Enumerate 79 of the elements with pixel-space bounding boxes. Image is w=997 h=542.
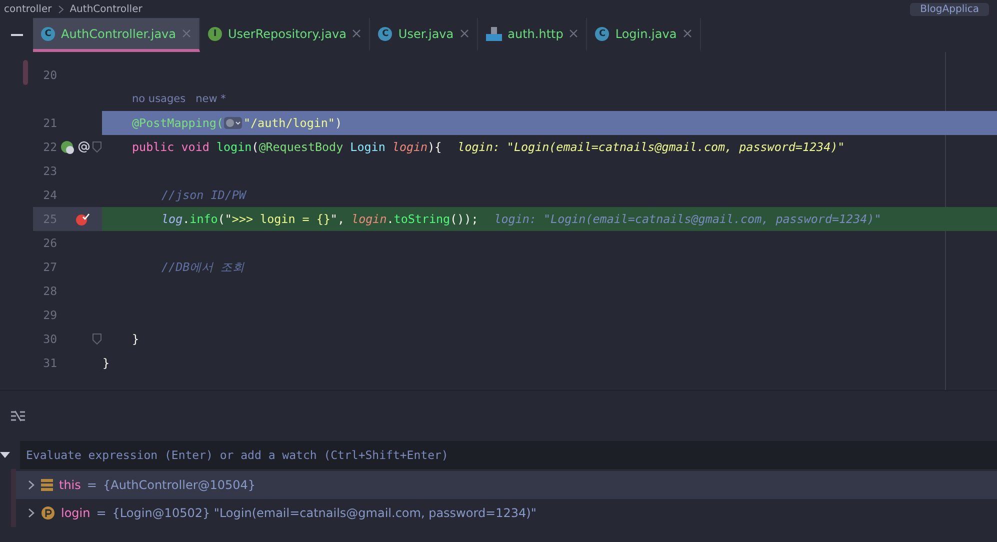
author-hint[interactable]: new * xyxy=(196,93,226,105)
code-token: //json ID/PW xyxy=(162,188,246,202)
line-number: 21 xyxy=(42,116,57,130)
code-token: } xyxy=(132,332,140,346)
code-token: @RequestBody xyxy=(258,140,344,154)
variable-value: {Login@10502} "Login(email=catnails@gmail.com, password=1234)" xyxy=(112,506,536,520)
editor-tab[interactable]: auth.http xyxy=(478,18,588,52)
code-token: >>> login = {} xyxy=(232,212,330,226)
line-number: 28 xyxy=(42,284,57,298)
editor-tab[interactable]: C Login.java xyxy=(587,18,701,52)
code-token: (" xyxy=(218,212,232,226)
line-number: 22 xyxy=(42,140,57,154)
code-token: toString xyxy=(394,212,450,226)
line-number: 29 xyxy=(42,308,57,322)
line-number: 23 xyxy=(42,164,57,178)
code-token: } xyxy=(102,356,110,370)
breadcrumb-item[interactable]: controller xyxy=(4,4,52,14)
line-number: 26 xyxy=(42,236,57,250)
code-token: ()); xyxy=(450,212,478,226)
code-token: . xyxy=(182,212,190,226)
line-number: 30 xyxy=(42,332,57,346)
equals-sign: = xyxy=(96,506,106,520)
breadcrumb-item[interactable]: AuthController xyxy=(70,4,142,14)
breakpoint-icon[interactable] xyxy=(75,212,90,226)
code-token: ){ xyxy=(428,140,442,154)
close-icon[interactable] xyxy=(352,29,362,38)
scroll-marker xyxy=(23,60,28,85)
usages-hint[interactable]: no usages xyxy=(132,93,186,105)
code-token: login xyxy=(216,140,252,154)
api-file-icon xyxy=(486,26,502,40)
variable-value: {AuthController@10504} xyxy=(102,478,256,492)
globe-dropdown-icon[interactable] xyxy=(224,117,242,129)
expand-chevron-icon[interactable] xyxy=(28,508,35,518)
chevron-icon xyxy=(58,4,64,14)
expand-chevron-icon[interactable] xyxy=(28,480,35,490)
variable-row[interactable]: this = {AuthController@10504} xyxy=(16,471,997,499)
code-token: @PostMapping( xyxy=(132,116,224,130)
code-token: "/auth/login" xyxy=(243,116,335,130)
class-file-icon: C xyxy=(595,26,610,40)
interface-file-icon: I xyxy=(208,26,222,40)
editor-tab[interactable]: C User.java xyxy=(370,18,478,52)
code-token: //DB에서 조회 xyxy=(162,260,245,274)
class-file-icon: C xyxy=(378,26,392,40)
editor-tab[interactable]: I UserRepository.java xyxy=(200,18,370,52)
fold-icon[interactable] xyxy=(92,333,102,345)
line-number: 27 xyxy=(42,260,57,274)
inline-value-hint: login: "Login(email=catnails@gmail.com, password=1234)" xyxy=(458,140,845,154)
line-number: 24 xyxy=(42,188,57,202)
evaluate-expression-field[interactable]: Evaluate expression (Enter) or add a watch (Ctrl+Shift+Enter) xyxy=(20,441,997,469)
variable-name: this xyxy=(59,478,81,492)
equals-sign: = xyxy=(86,478,97,492)
code-token: login xyxy=(392,140,428,154)
code-token: ) xyxy=(334,116,342,130)
class-file-icon: C xyxy=(41,26,55,40)
editor-tab[interactable]: C AuthController.java xyxy=(33,18,200,52)
at-sign-icon[interactable] xyxy=(78,141,90,153)
code-token: log xyxy=(162,212,183,226)
code-token: ", xyxy=(330,212,346,226)
run-configuration-dropdown[interactable]: BlogApplica xyxy=(910,2,989,16)
code-token: Login xyxy=(350,140,386,154)
inline-value-hint: login: "Login(email=catnails@gmail.com, password=1234)" xyxy=(494,212,882,226)
close-icon[interactable] xyxy=(460,29,469,38)
code-token: public xyxy=(132,140,176,154)
code-token: . xyxy=(386,212,394,226)
collapse-caret-icon[interactable] xyxy=(0,452,10,458)
code-token: login xyxy=(352,212,387,226)
code-token: void xyxy=(181,140,210,154)
close-icon[interactable] xyxy=(569,29,578,38)
code-token: ( xyxy=(252,140,259,154)
line-number: 31 xyxy=(42,356,57,370)
code-token: info xyxy=(190,212,218,226)
layout-settings-icon[interactable] xyxy=(10,410,26,422)
parameter-icon xyxy=(41,506,55,520)
line-number: 20 xyxy=(42,68,57,82)
minimize-icon[interactable] xyxy=(10,34,22,36)
stack-icon xyxy=(41,479,53,491)
bean-globe-icon[interactable] xyxy=(60,140,75,154)
close-icon[interactable] xyxy=(682,29,692,38)
variable-name: login xyxy=(61,506,90,520)
